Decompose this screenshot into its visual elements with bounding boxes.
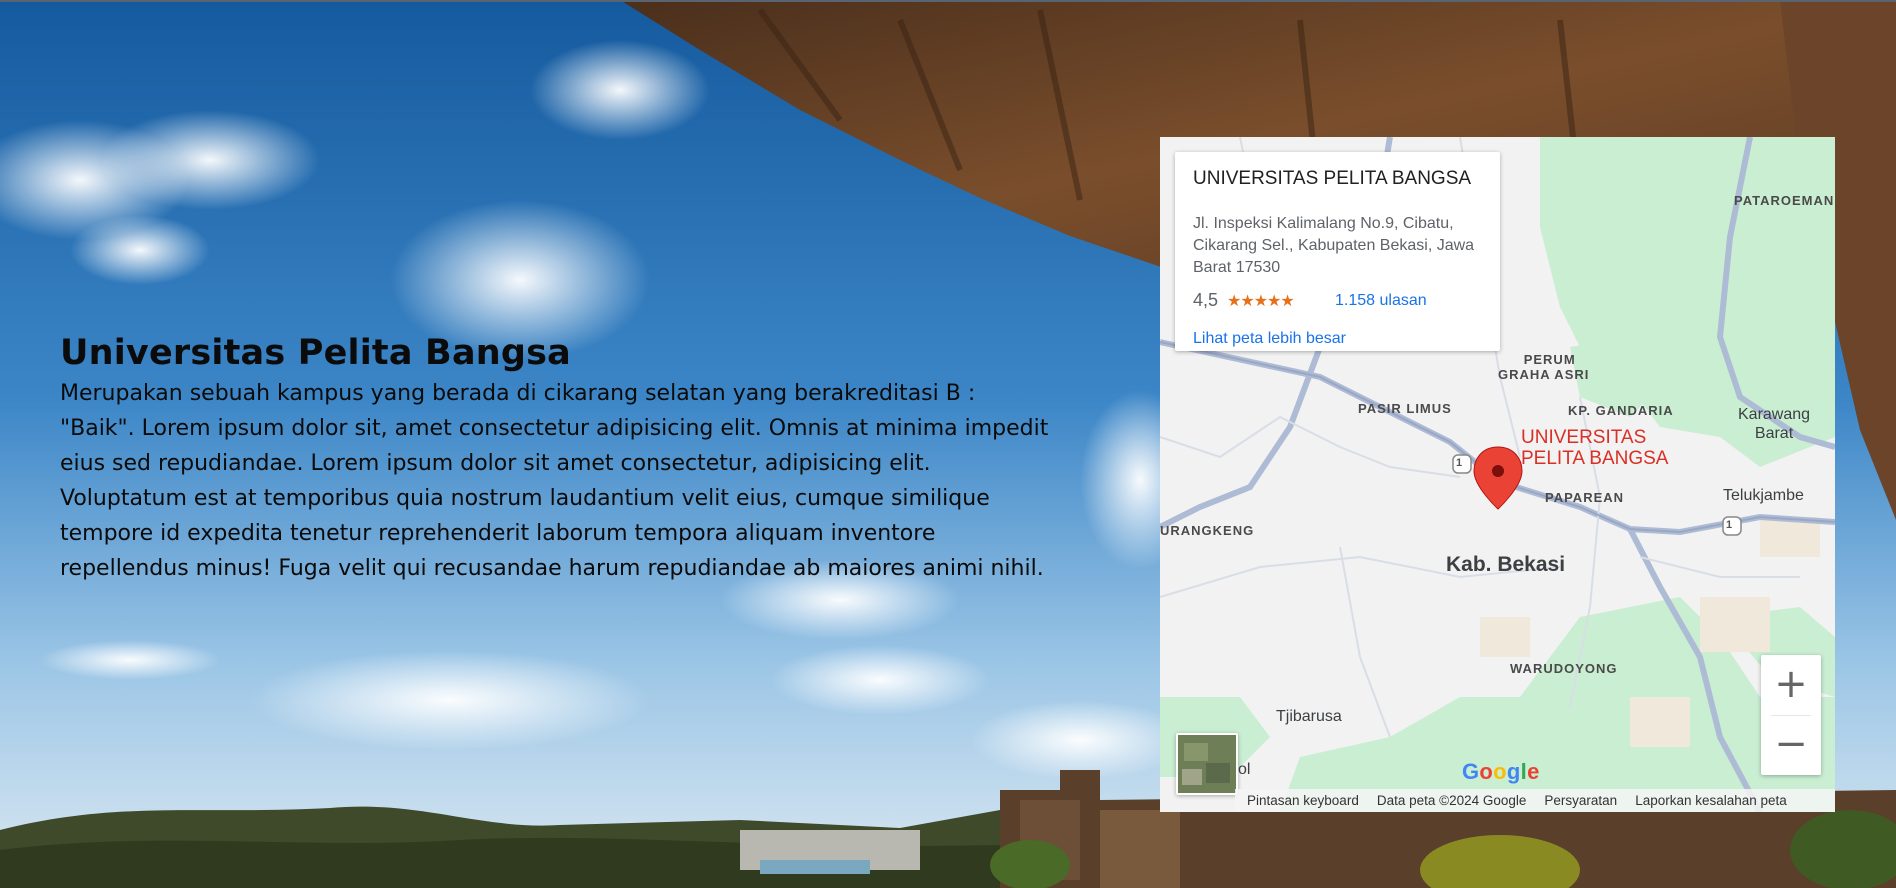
map-label-perum-graha-asri: PERUM GRAHA ASRI bbox=[1498, 352, 1590, 382]
reviews-link[interactable]: 1.158 ulasan bbox=[1335, 292, 1427, 310]
map-label-urangkeng: URANGKENG bbox=[1160, 523, 1255, 538]
hero-text-block: Universitas Pelita Bangsa Merupakan sebu… bbox=[60, 330, 1050, 586]
map-attribution-bar: Pintasan keyboard Data peta ©2024 Google… bbox=[1235, 789, 1835, 812]
map-label-warudoyong: WARUDOYONG bbox=[1510, 661, 1618, 676]
map-label-pataroeman: PATAROEMAN bbox=[1734, 193, 1835, 208]
hero-description: Merupakan sebuah kampus yang berada di c… bbox=[60, 381, 1049, 581]
hero-title: Universitas Pelita Bangsa bbox=[60, 333, 571, 373]
place-rating: 4,5 bbox=[1193, 290, 1219, 310]
view-larger-map-link[interactable]: Lihat peta lebih besar bbox=[1193, 330, 1346, 348]
map-label-partial-ol: ol bbox=[1238, 761, 1251, 778]
embedded-map[interactable]: PATAROEMAN PERUM GRAHA ASRI PASIR LIMUS … bbox=[1160, 137, 1835, 812]
place-address: Jl. Inspeksi Kalimalang No.9, Cibatu, Ci… bbox=[1193, 215, 1475, 276]
terms-link[interactable]: Persyaratan bbox=[1535, 793, 1626, 808]
map-data-text: Data peta ©2024 Google bbox=[1376, 793, 1527, 808]
map-label-pasir-limus: PASIR LIMUS bbox=[1358, 401, 1452, 416]
route-shield-1: 1 bbox=[1456, 457, 1463, 469]
zoom-out-button[interactable]: − bbox=[1761, 715, 1821, 775]
google-logo: Google bbox=[1462, 759, 1540, 784]
route-shield-2: 1 bbox=[1726, 519, 1733, 531]
zoom-controls: + − bbox=[1761, 655, 1821, 775]
map-label-karawang-barat: Karawang Barat bbox=[1738, 406, 1811, 442]
top-border bbox=[0, 0, 1896, 2]
zoom-in-button[interactable]: + bbox=[1761, 655, 1821, 715]
map-label-telukjambe: Telukjambe bbox=[1723, 487, 1804, 504]
rating-stars-icon: ★★★★★ bbox=[1227, 293, 1295, 310]
satellite-layer-toggle[interactable] bbox=[1176, 733, 1238, 795]
keyboard-shortcuts-link[interactable]: Pintasan keyboard bbox=[1238, 793, 1368, 808]
map-label-kab-bekasi: Kab. Bekasi bbox=[1446, 553, 1566, 576]
map-label-paparean: PAPAREAN bbox=[1545, 490, 1625, 505]
place-title: UNIVERSITAS PELITA BANGSA bbox=[1193, 168, 1472, 189]
report-map-error-link[interactable]: Laporkan kesalahan peta bbox=[1626, 793, 1796, 808]
map-label-tjibarusa: Tjibarusa bbox=[1276, 708, 1342, 725]
map-place-label[interactable]: UNIVERSITAS PELITA BANGSA bbox=[1521, 427, 1668, 469]
place-info-card: UNIVERSITAS PELITA BANGSA Jl. Inspeksi K… bbox=[1175, 152, 1500, 351]
map-label-kp-gandaria: KP. GANDARIA bbox=[1568, 403, 1674, 418]
